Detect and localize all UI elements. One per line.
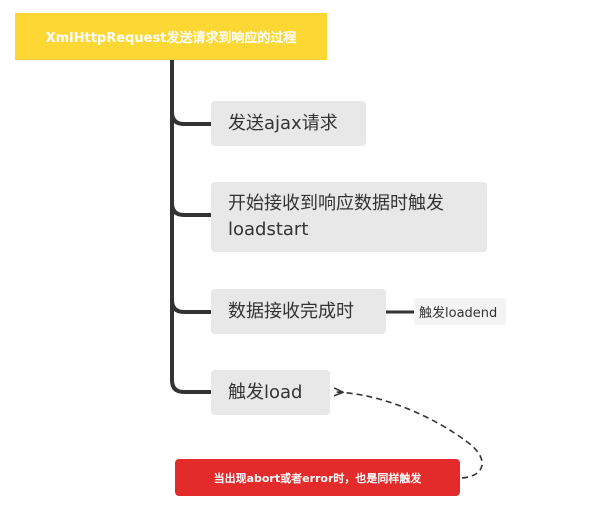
root-topic: XmlHttpRequest发送请求到响应的过程 [15,13,327,60]
connector-lines [170,60,483,479]
branch-line-receive-complete [170,299,211,314]
root-topic-label: XmlHttpRequest发送请求到响应的过程 [45,31,297,46]
note-label: 当出现abort或者error时，也是同样触发 [213,471,422,485]
topic-send-ajax-request: 发送ajax请求 [211,101,366,146]
topic-receive-complete: 数据接收完成时 [211,289,386,334]
trunk-line [170,60,211,394]
subtopic-label: 触发loadend [419,306,498,321]
topic-loadstart: 开始接收到响应数据时触发 loadstart [211,182,487,252]
floating-note-abort-error: 当出现abort或者error时，也是同样触发 [175,459,460,496]
branch-line-send-request [170,111,211,126]
topic-label: 数据接收完成时 [228,300,354,322]
subtopic-loadend: 触发loadend [414,298,506,325]
topic-label-line-2: loadstart [228,219,309,240]
topic-label: 发送ajax请求 [228,112,338,134]
topic-label: 触发load [228,381,303,403]
topic-trigger-load: 触发load [211,370,330,415]
topic-label-line-1: 开始接收到响应数据时触发 [228,193,444,214]
branch-line-loadstart [170,202,211,217]
